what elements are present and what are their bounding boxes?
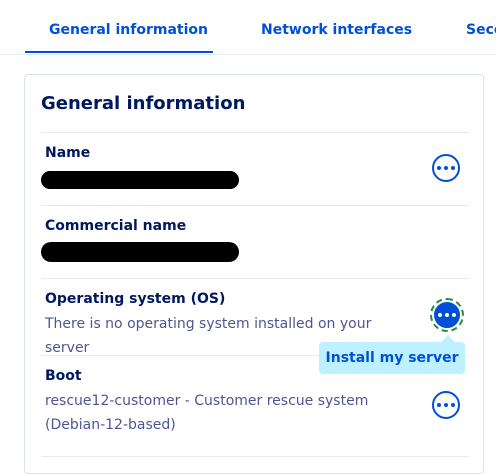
general-information-card: General information Name Commercial name… [24,74,484,474]
dot [444,166,448,170]
commercial-name-label: Commercial name [45,218,187,234]
dot [451,403,455,407]
dot [437,166,441,170]
tab-bar: General information Network interfaces S… [0,0,496,55]
dot [438,313,442,317]
dot [452,313,456,317]
dot [444,403,448,407]
install-my-server-menu-item[interactable]: Install my server [319,342,465,374]
os-actions-button[interactable] [430,298,464,332]
menu-arrow [441,335,455,342]
divider [41,278,469,279]
tab-security[interactable]: Secc [466,22,496,38]
commercial-name-value-redacted [41,242,239,262]
name-actions-button[interactable] [432,154,460,182]
boot-value: rescue12-customer - Customer rescue syst… [45,393,369,433]
card-title: General information [41,93,246,114]
divider [41,205,469,206]
name-value-redacted [41,171,239,189]
divider [41,456,469,457]
boot-actions-button[interactable] [432,391,460,419]
tab-network-interfaces[interactable]: Network interfaces [261,22,412,38]
active-tab-indicator [25,51,213,53]
boot-label: Boot [45,368,82,384]
dot [437,403,441,407]
tab-general-information[interactable]: General information [49,22,208,38]
divider [41,132,469,133]
name-label: Name [45,145,91,161]
dot [451,166,455,170]
dot [445,313,449,317]
os-label: Operating system (OS) [45,291,226,307]
